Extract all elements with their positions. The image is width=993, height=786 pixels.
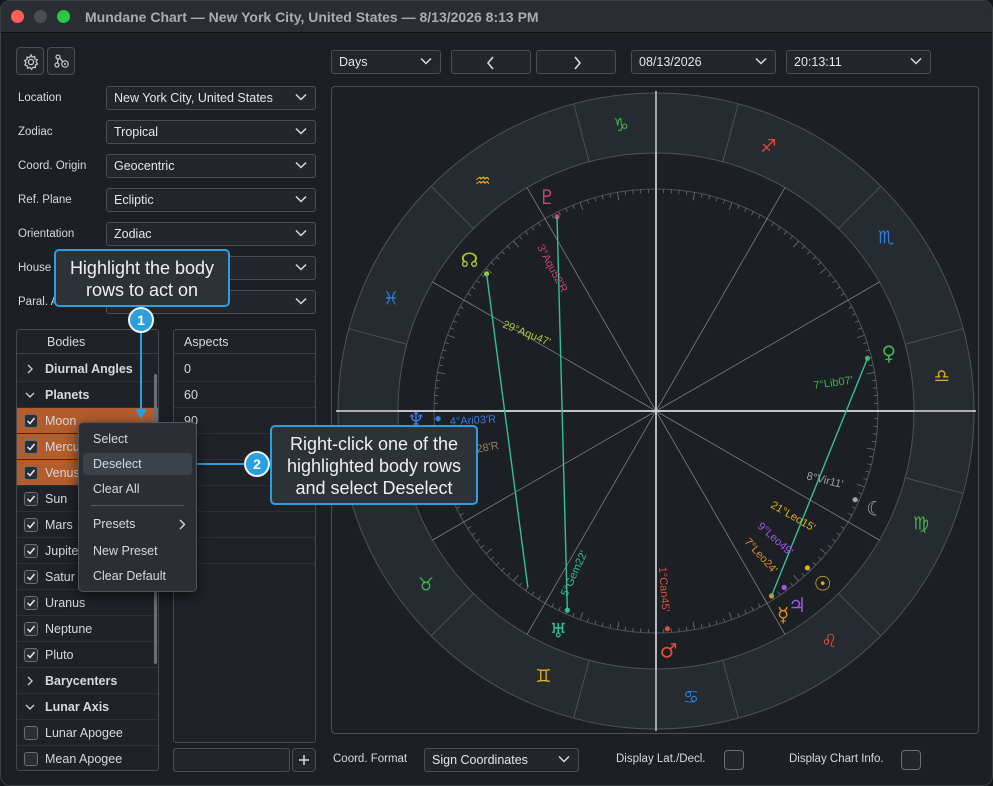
annotation-arrows (135, 333, 245, 470)
callout-deselect: Right-click one of the highlighted body … (270, 425, 478, 505)
callout-2-text: Right-click one of the highlighted body … (286, 434, 462, 498)
callout-1-text: Highlight the body rows to act on (69, 258, 215, 300)
menu-item-presets[interactable]: Presets (83, 513, 192, 535)
menu-separator (91, 505, 184, 506)
step-badge-1: 1 (128, 307, 154, 333)
menu-item-select[interactable]: Select (83, 428, 192, 450)
menu-item-deselect[interactable]: Deselect (83, 453, 192, 475)
bodies-context-menu: Select Deselect Clear All Presets New Pr… (78, 422, 197, 592)
menu-item-new-preset[interactable]: New Preset (83, 540, 192, 562)
submenu-chevron-icon (179, 519, 186, 530)
app-window: Mundane Chart — New York City, United St… (0, 0, 993, 786)
menu-item-clear-default[interactable]: Clear Default (83, 565, 192, 587)
menu-item-clear-all[interactable]: Clear All (83, 478, 192, 500)
callout-highlight-rows: Highlight the body rows to act on (54, 249, 230, 307)
step-badge-2: 2 (244, 451, 270, 477)
